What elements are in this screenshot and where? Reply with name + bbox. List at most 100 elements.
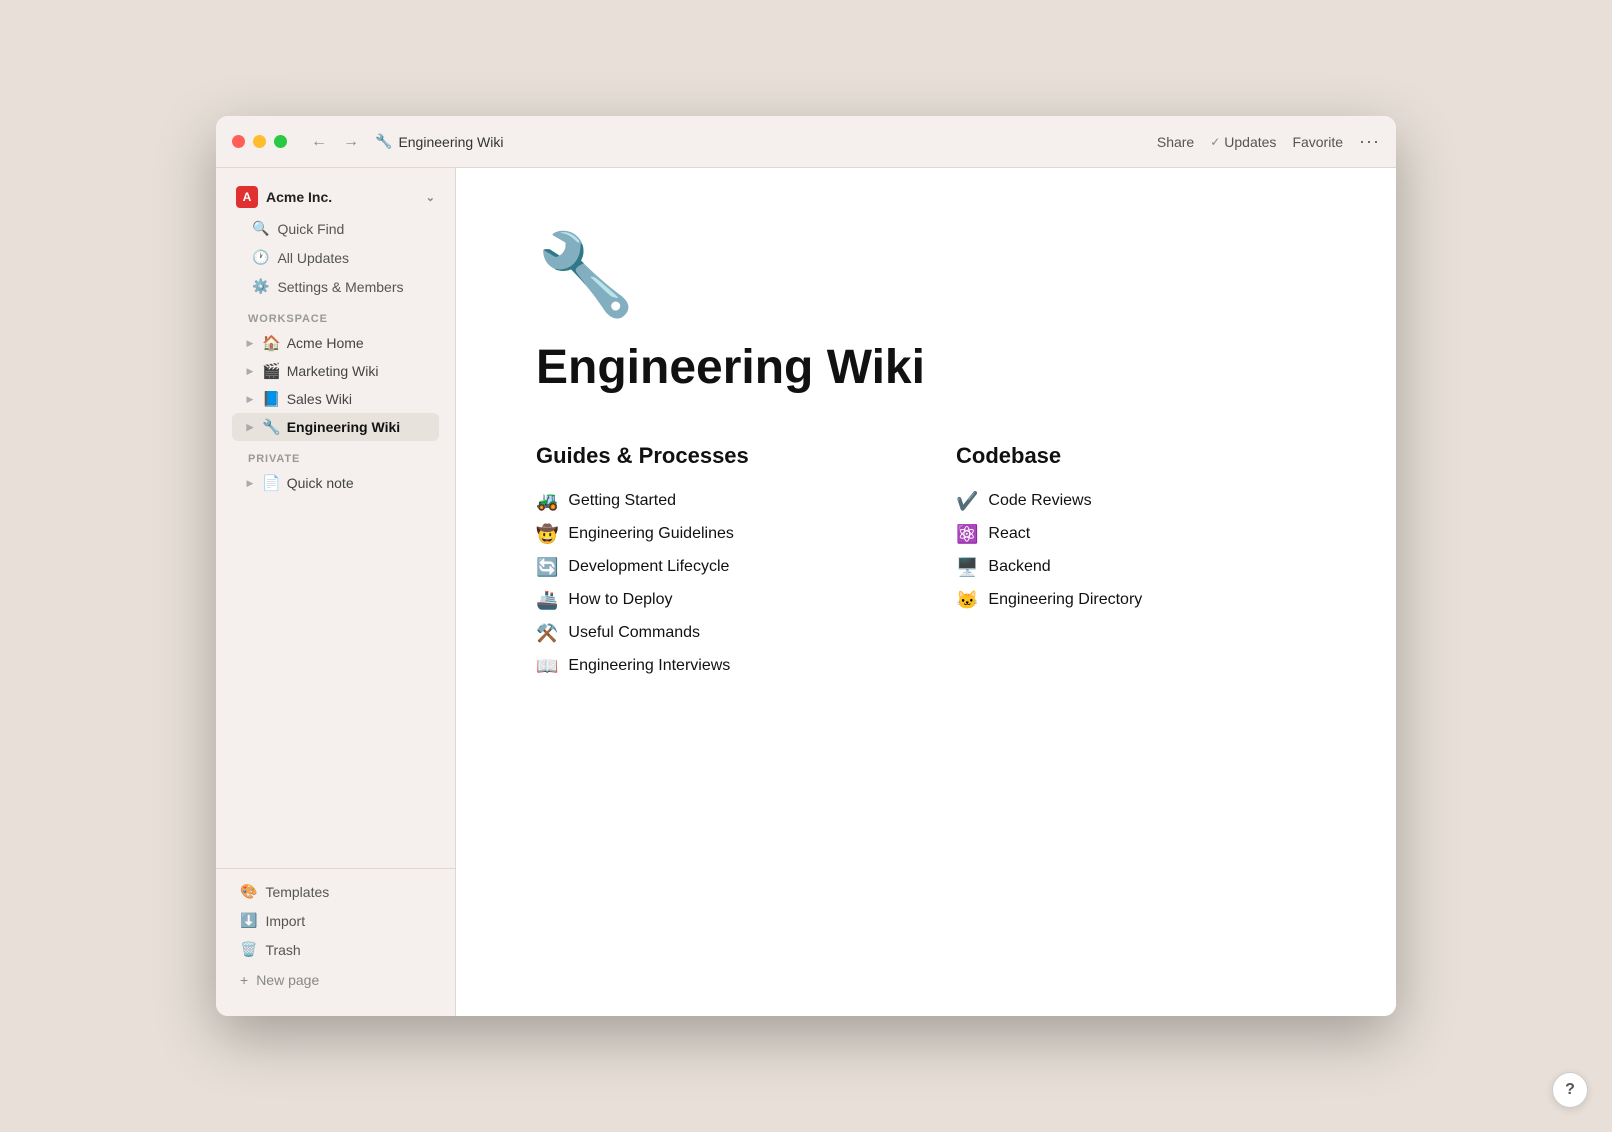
collapse-arrow-icon: ▶	[244, 394, 256, 405]
templates-label: Templates	[265, 884, 329, 900]
cat-icon: 🐱	[956, 590, 978, 611]
backend-link[interactable]: 🖥️ Backend	[956, 551, 1316, 584]
ship-icon: 🚢	[536, 590, 558, 611]
nav-buttons: ← →	[307, 129, 363, 155]
code-reviews-link[interactable]: ✔️ Code Reviews	[956, 485, 1316, 518]
import-icon: ⬇️	[240, 912, 257, 929]
workspace-logo: A	[236, 186, 258, 208]
titlebar-page-title: Engineering Wiki	[398, 134, 503, 150]
sidebar-item-import[interactable]: ⬇️ Import	[220, 906, 451, 935]
guides-section: Guides & Processes 🚜 Getting Started 🤠 E…	[536, 443, 896, 683]
app-window: ← → 🔧 Engineering Wiki Share ✓ Updates F…	[216, 116, 1396, 1016]
sidebar-top: A Acme Inc. ⌄ 🔍 Quick Find 🕐 All Updates…	[216, 180, 455, 509]
backend-label: Backend	[988, 558, 1050, 576]
sidebar-item-all-updates[interactable]: 🕐 All Updates	[232, 243, 439, 272]
main-layout: A Acme Inc. ⌄ 🔍 Quick Find 🕐 All Updates…	[216, 168, 1396, 1016]
page-icon: 🔧	[262, 418, 281, 436]
page-emoji: 🔧	[536, 228, 636, 322]
engineering-directory-label: Engineering Directory	[988, 591, 1142, 609]
checkmark-icon: ✔️	[956, 491, 978, 512]
wiki-grid: Guides & Processes 🚜 Getting Started 🤠 E…	[536, 443, 1316, 683]
private-section-label: PRIVATE	[228, 441, 443, 469]
how-to-deploy-link[interactable]: 🚢 How to Deploy	[536, 584, 896, 617]
getting-started-link[interactable]: 🚜 Getting Started	[536, 485, 896, 518]
react-link[interactable]: ⚛️ React	[956, 518, 1316, 551]
collapse-arrow-icon: ▶	[244, 366, 256, 377]
updates-label: Updates	[1224, 134, 1276, 150]
favorite-button[interactable]: Favorite	[1292, 134, 1343, 150]
chevron-down-icon: ⌄	[426, 191, 435, 204]
sidebar-item-templates[interactable]: 🎨 Templates	[220, 877, 451, 906]
engineering-interviews-label: Engineering Interviews	[568, 657, 730, 675]
plus-icon: +	[240, 972, 248, 988]
check-icon: ✓	[1210, 135, 1220, 149]
how-to-deploy-label: How to Deploy	[568, 591, 672, 609]
tractor-icon: 🚜	[536, 491, 558, 512]
back-button[interactable]: ←	[307, 129, 331, 155]
useful-commands-link[interactable]: ⚒️ Useful Commands	[536, 617, 896, 650]
codebase-heading: Codebase	[956, 443, 1316, 469]
collapse-arrow-icon: ▶	[244, 478, 256, 489]
maximize-button[interactable]	[274, 135, 287, 148]
sidebar: A Acme Inc. ⌄ 🔍 Quick Find 🕐 All Updates…	[216, 168, 456, 1016]
more-options-button[interactable]: ···	[1359, 131, 1380, 152]
atom-icon: ⚛️	[956, 524, 978, 545]
titlebar: ← → 🔧 Engineering Wiki Share ✓ Updates F…	[216, 116, 1396, 168]
clock-icon: 🕐	[252, 249, 269, 266]
workspace-section-label: WORKSPACE	[228, 301, 443, 329]
sidebar-item-marketing-wiki[interactable]: ▶ 🎬 Marketing Wiki	[232, 357, 439, 385]
page-icon: 📄	[262, 474, 281, 492]
new-page-button[interactable]: + New page	[220, 964, 451, 996]
forward-button[interactable]: →	[339, 129, 363, 155]
sidebar-item-engineering-wiki[interactable]: ▶ 🔧 Engineering Wiki	[232, 413, 439, 441]
tools-icon: ⚒️	[536, 623, 558, 644]
gear-icon: ⚙️	[252, 278, 269, 295]
workspace-name-label: Acme Inc.	[266, 189, 332, 205]
getting-started-label: Getting Started	[568, 492, 676, 510]
new-page-label: New page	[256, 972, 319, 988]
content-area: 🔧 Engineering Wiki Guides & Processes 🚜 …	[456, 168, 1396, 1016]
cowboy-icon: 🤠	[536, 524, 558, 545]
traffic-lights	[232, 135, 287, 148]
acme-home-label: Acme Home	[287, 335, 364, 351]
page-icon: 🎬	[262, 362, 281, 380]
updates-button[interactable]: ✓ Updates	[1210, 134, 1276, 150]
page-emoji-container: 🔧	[536, 228, 1316, 322]
codebase-section: Codebase ✔️ Code Reviews ⚛️ React 🖥️ Bac…	[956, 443, 1316, 683]
development-lifecycle-label: Development Lifecycle	[568, 558, 729, 576]
engineering-wiki-label: Engineering Wiki	[287, 419, 400, 435]
minimize-button[interactable]	[253, 135, 266, 148]
collapse-arrow-icon: ▶	[244, 422, 256, 433]
sidebar-item-quick-find[interactable]: 🔍 Quick Find	[232, 214, 439, 243]
engineering-directory-link[interactable]: 🐱 Engineering Directory	[956, 584, 1316, 617]
page-title: Engineering Wiki	[536, 342, 1316, 395]
sidebar-item-sales-wiki[interactable]: ▶ 📘 Sales Wiki	[232, 385, 439, 413]
quick-note-label: Quick note	[287, 475, 354, 491]
engineering-guidelines-label: Engineering Guidelines	[568, 525, 733, 543]
sales-wiki-label: Sales Wiki	[287, 391, 352, 407]
engineering-guidelines-link[interactable]: 🤠 Engineering Guidelines	[536, 518, 896, 551]
page-icon: 📘	[262, 390, 281, 408]
sidebar-item-acme-home[interactable]: ▶ 🏠 Acme Home	[232, 329, 439, 357]
cycle-icon: 🔄	[536, 557, 558, 578]
monitor-icon: 🖥️	[956, 557, 978, 578]
sidebar-item-settings[interactable]: ⚙️ Settings & Members	[232, 272, 439, 301]
quick-find-label: Quick Find	[277, 221, 344, 237]
development-lifecycle-link[interactable]: 🔄 Development Lifecycle	[536, 551, 896, 584]
sidebar-item-quick-note[interactable]: ▶ 📄 Quick note	[232, 469, 439, 497]
sidebar-item-trash[interactable]: 🗑️ Trash	[220, 935, 451, 964]
engineering-interviews-link[interactable]: 📖 Engineering Interviews	[536, 650, 896, 683]
guides-heading: Guides & Processes	[536, 443, 896, 469]
useful-commands-label: Useful Commands	[568, 624, 700, 642]
share-button[interactable]: Share	[1157, 134, 1194, 150]
trash-label: Trash	[265, 942, 300, 958]
close-button[interactable]	[232, 135, 245, 148]
workspace-name[interactable]: A Acme Inc. ⌄	[228, 180, 443, 214]
titlebar-page-icon: 🔧	[375, 133, 392, 150]
settings-label: Settings & Members	[277, 279, 403, 295]
import-label: Import	[265, 913, 305, 929]
templates-icon: 🎨	[240, 883, 257, 900]
titlebar-actions: Share ✓ Updates Favorite ···	[1157, 131, 1380, 152]
search-icon: 🔍	[252, 220, 269, 237]
help-button[interactable]: ?	[1552, 1072, 1588, 1108]
